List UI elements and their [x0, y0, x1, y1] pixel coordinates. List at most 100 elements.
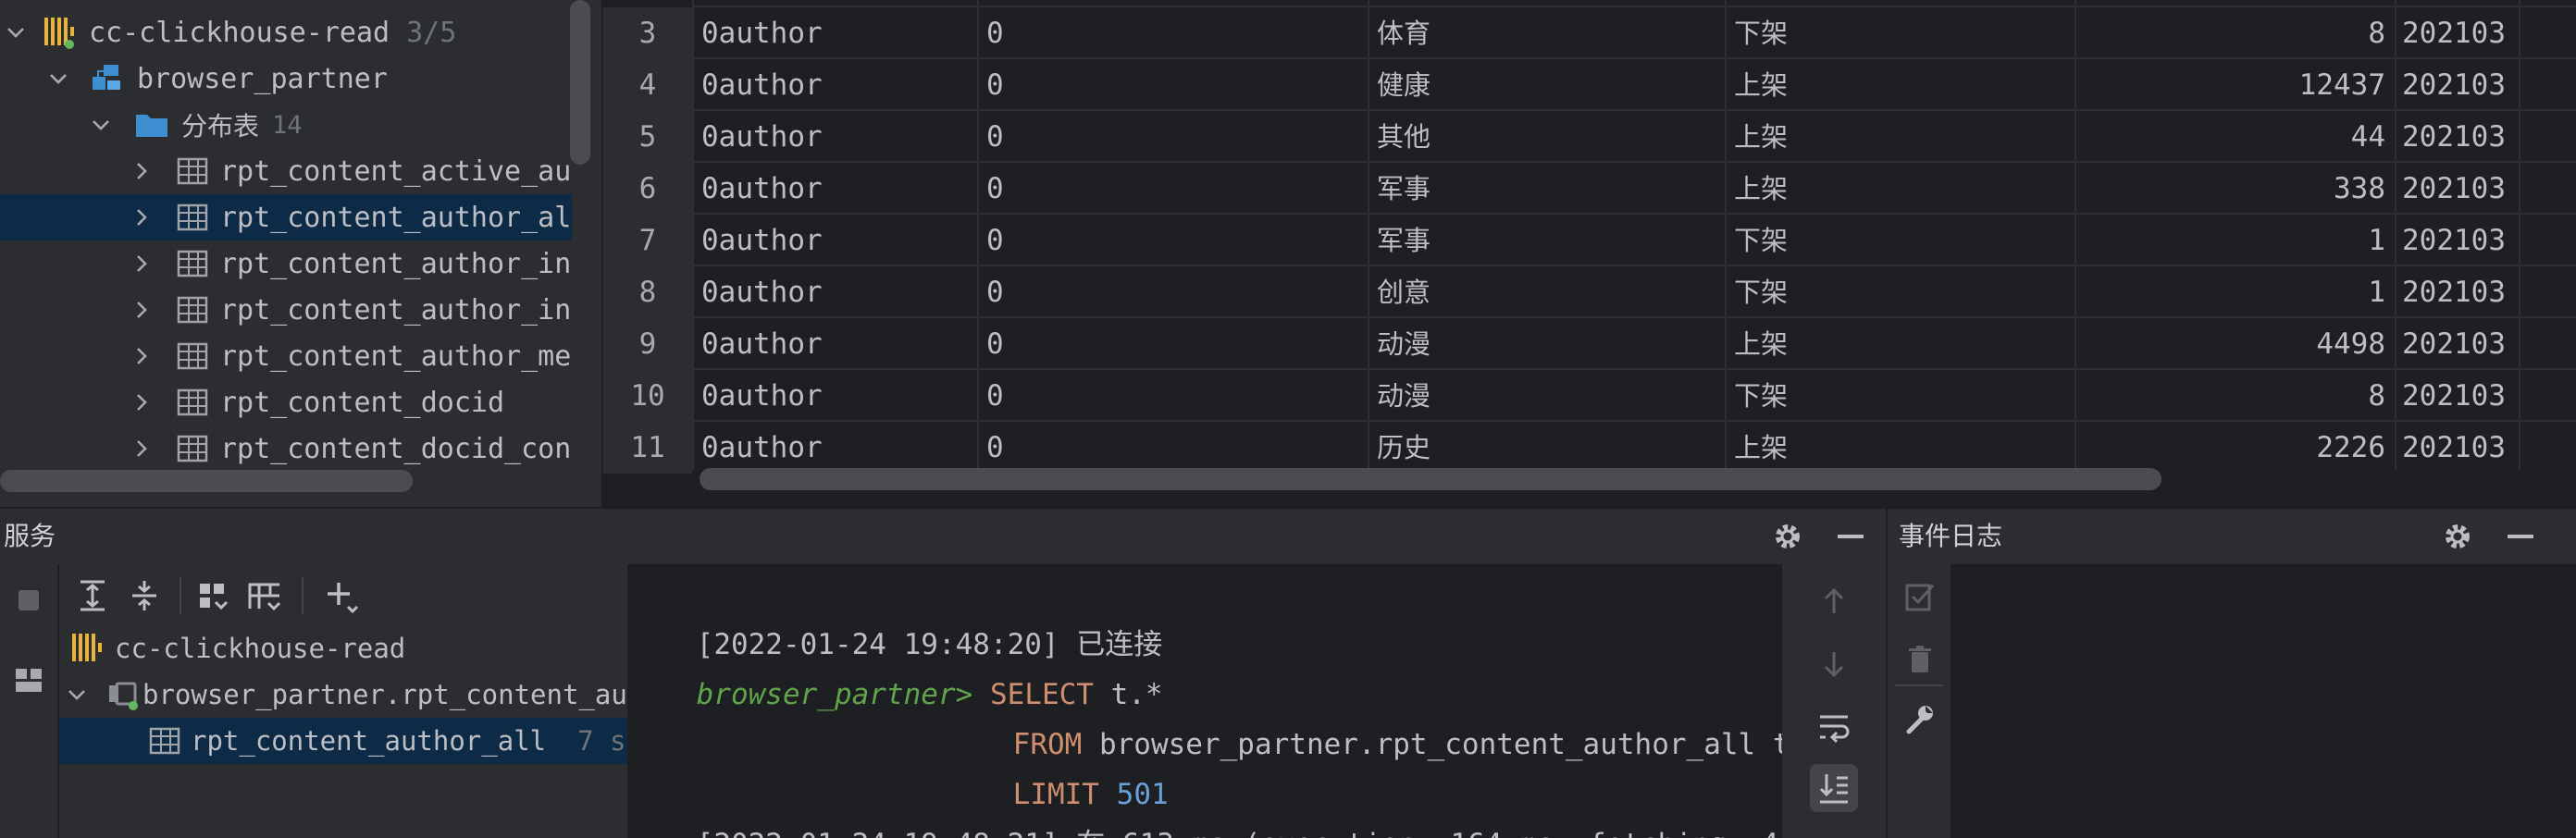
- cell[interactable]: 202103: [2402, 7, 2517, 59]
- service-query-selected[interactable]: rpt_content_author_all 7 s: [59, 718, 627, 764]
- cell[interactable]: 军事: [1377, 215, 1719, 266]
- chevron-right-icon[interactable]: [130, 298, 154, 322]
- cell[interactable]: 0: [986, 266, 1356, 318]
- expand-all-icon[interactable]: [72, 575, 113, 616]
- table-row[interactable]: 8 0author 0 创意 下架 1 202103: [603, 266, 2576, 318]
- chevron-down-icon[interactable]: [4, 20, 28, 44]
- tree-horizontal-scrollbar[interactable]: [0, 470, 413, 492]
- cell[interactable]: 0: [986, 7, 1356, 59]
- chevron-down-icon[interactable]: [89, 113, 113, 137]
- cell[interactable]: 上架: [1734, 318, 2067, 370]
- cell[interactable]: 健康: [1377, 59, 1719, 111]
- table-row[interactable]: 4 0author 0 健康 上架 12437 202103: [603, 59, 2576, 111]
- cell[interactable]: 1: [2084, 266, 2385, 318]
- cell[interactable]: 0: [986, 318, 1356, 370]
- cell[interactable]: 4498: [2084, 318, 2385, 370]
- cell[interactable]: 动漫: [1377, 370, 1719, 422]
- tree-item-table[interactable]: rpt_content_author_inc: [0, 287, 572, 333]
- cell[interactable]: 202103: [2402, 422, 2517, 474]
- cell[interactable]: 上架: [1734, 163, 2067, 215]
- trash-icon[interactable]: [1901, 640, 1939, 679]
- cell[interactable]: 下架: [1734, 266, 2067, 318]
- cell[interactable]: 0author: [701, 59, 970, 111]
- cell[interactable]: 1: [2084, 215, 2385, 266]
- cell[interactable]: 0author: [701, 7, 970, 59]
- arrow-down-icon[interactable]: [1810, 640, 1858, 688]
- cell[interactable]: 历史: [1377, 422, 1719, 474]
- mark-read-icon[interactable]: [1901, 577, 1939, 616]
- cell[interactable]: 创意: [1377, 266, 1719, 318]
- cell[interactable]: 44: [2084, 111, 2385, 163]
- filter-icon[interactable]: [244, 575, 285, 616]
- table-row[interactable]: 10 0author 0 动漫 下架 8 202103: [603, 370, 2576, 422]
- cell[interactable]: 202103: [2402, 59, 2517, 111]
- cell[interactable]: 上架: [1734, 59, 2067, 111]
- tree-item-table[interactable]: rpt_content_active_aut: [0, 148, 572, 194]
- tree-vertical-scrollbar[interactable]: [570, 0, 590, 165]
- add-icon[interactable]: [320, 575, 361, 616]
- cell[interactable]: 0: [986, 215, 1356, 266]
- cell[interactable]: 338: [2084, 163, 2385, 215]
- query-console-output[interactable]: [2022-01-24 19:48:20] 已连接 browser_partne…: [627, 564, 1782, 838]
- cell[interactable]: 0: [986, 370, 1356, 422]
- cell[interactable]: 上架: [1734, 422, 2067, 474]
- cell[interactable]: 其他: [1377, 111, 1719, 163]
- table-row[interactable]: 6 0author 0 军事 上架 338 202103: [603, 163, 2576, 215]
- cell[interactable]: 0author: [701, 318, 970, 370]
- cell[interactable]: 202103: [2402, 266, 2517, 318]
- event-log-content[interactable]: [1952, 564, 2576, 838]
- gear-icon[interactable]: [2439, 518, 2476, 555]
- cell[interactable]: 202103: [2402, 163, 2517, 215]
- cell[interactable]: 202103: [2402, 318, 2517, 370]
- cell[interactable]: 0author: [701, 111, 970, 163]
- cell[interactable]: 0: [986, 422, 1356, 474]
- chevron-down-icon[interactable]: [65, 683, 89, 707]
- chevron-down-icon[interactable]: [46, 67, 70, 91]
- group-by-icon[interactable]: [192, 575, 233, 616]
- tree-item-table-selected[interactable]: rpt_content_author_all: [0, 194, 572, 240]
- cell[interactable]: 202103: [2402, 111, 2517, 163]
- cell[interactable]: 0author: [701, 163, 970, 215]
- minimize-icon[interactable]: [2502, 518, 2539, 555]
- tree-item-table[interactable]: rpt_content_docid_cons: [0, 425, 572, 472]
- gear-icon[interactable]: [1769, 518, 1806, 555]
- table-row[interactable]: 9 0author 0 动漫 上架 4498 202103: [603, 318, 2576, 370]
- cell[interactable]: 0author: [701, 370, 970, 422]
- chevron-right-icon[interactable]: [130, 252, 154, 276]
- cell[interactable]: 下架: [1734, 7, 2067, 59]
- service-session[interactable]: browser_partner.rpt_content_aut: [59, 672, 627, 718]
- chevron-right-icon[interactable]: [130, 205, 154, 229]
- tree-item-schema[interactable]: browser_partner: [0, 55, 572, 102]
- cell[interactable]: 0: [986, 163, 1356, 215]
- table-row[interactable]: 3 0author 0 体育 下架 8 202103: [603, 7, 2576, 59]
- cell[interactable]: 8: [2084, 7, 2385, 59]
- cell[interactable]: 202103: [2402, 370, 2517, 422]
- cell[interactable]: 下架: [1734, 215, 2067, 266]
- chevron-right-icon[interactable]: [130, 437, 154, 461]
- chevron-right-icon[interactable]: [130, 390, 154, 414]
- cell[interactable]: 0author: [701, 215, 970, 266]
- grid-horizontal-scrollbar[interactable]: [700, 468, 2161, 490]
- minimize-icon[interactable]: [1832, 518, 1869, 555]
- tree-item-folder[interactable]: 分布表 14: [0, 102, 572, 148]
- soft-wrap-icon[interactable]: [1810, 703, 1858, 751]
- cell[interactable]: 2226: [2084, 422, 2385, 474]
- layout-icon[interactable]: [9, 660, 48, 699]
- cell[interactable]: 上架: [1734, 111, 2067, 163]
- cell[interactable]: 8: [2084, 370, 2385, 422]
- cell[interactable]: 0author: [701, 266, 970, 318]
- service-connection[interactable]: cc-clickhouse-read: [59, 625, 627, 672]
- chevron-right-icon[interactable]: [130, 159, 154, 183]
- tree-item-table[interactable]: rpt_content_docid: [0, 379, 572, 425]
- scroll-to-end-icon[interactable]: [1810, 764, 1858, 812]
- chevron-right-icon[interactable]: [130, 344, 154, 368]
- cell[interactable]: 0author: [701, 422, 970, 474]
- cell[interactable]: 12437: [2084, 59, 2385, 111]
- table-row[interactable]: 11 0author 0 历史 上架 2226 202103: [603, 422, 2576, 474]
- cell[interactable]: 202103: [2402, 215, 2517, 266]
- arrow-up-icon[interactable]: [1810, 577, 1858, 625]
- cell[interactable]: 动漫: [1377, 318, 1719, 370]
- cell[interactable]: 0: [986, 59, 1356, 111]
- cell[interactable]: 0: [986, 111, 1356, 163]
- cell[interactable]: 体育: [1377, 7, 1719, 59]
